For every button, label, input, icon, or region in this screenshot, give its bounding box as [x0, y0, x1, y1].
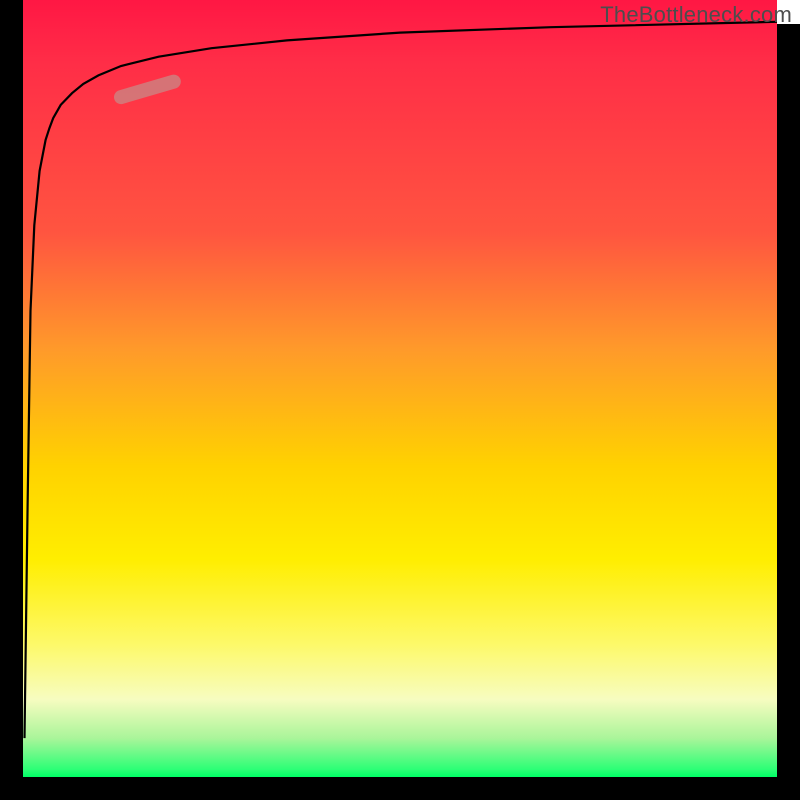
watermark-label: TheBottleneck.com [600, 2, 792, 28]
gradient-background [23, 0, 777, 777]
plot-area [23, 0, 777, 777]
axis-right-border [777, 24, 800, 800]
axis-left-border [0, 0, 23, 800]
axis-bottom-border [0, 777, 800, 800]
bottleneck-chart: TheBottleneck.com [0, 0, 800, 800]
